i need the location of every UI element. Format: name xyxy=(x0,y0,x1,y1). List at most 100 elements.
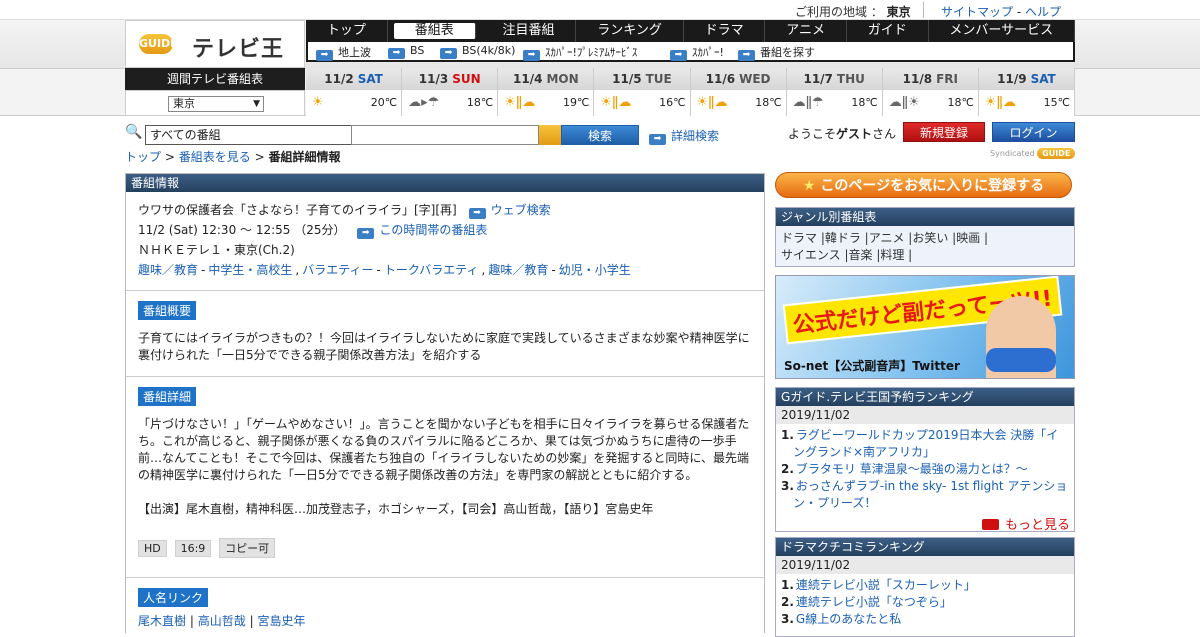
ranking-date: 2019/11/02 xyxy=(776,406,1074,424)
genre-link[interactable]: 趣味／教育 xyxy=(138,263,198,277)
site-logo[interactable]: GUIDE テレビ王国 xyxy=(125,20,305,94)
day-weekday: SAT xyxy=(1030,72,1056,86)
subnav-terrestrial[interactable]: ➡ 地上波 xyxy=(316,44,371,61)
day-column[interactable]: 11/3 SUN ☁▸☂ 18℃ xyxy=(402,68,499,116)
web-search-link[interactable]: ➡ ウェブ検索 xyxy=(468,203,551,219)
ranking-link[interactable]: ブラタモリ 草津温泉〜最強の湯力とは？〜 xyxy=(796,462,1028,476)
timeslot-schedule-link[interactable]: ➡ この時間帯の番組表 xyxy=(357,223,487,239)
day-column[interactable]: 11/6 WED ☀ǁ☁ 18℃ xyxy=(690,68,787,116)
ranking-link[interactable]: おっさんずラブ-in the sky- 1st flight アテンション・プリ… xyxy=(793,479,1067,510)
day-column[interactable]: 11/7 THU ☁ǁ☂ 18℃ xyxy=(786,68,883,116)
promo-banner[interactable]: 公式だけど副だってーツ!! So-net【公式副音声】Twitter xyxy=(775,275,1075,379)
drama-ranking-list: 1. 連続テレビ小説「スカーレット」 2. 連続テレビ小説「なつぞら」 3. G線上の… xyxy=(776,574,1074,628)
nav-tab-ranking[interactable]: ランキング xyxy=(576,20,684,42)
subnav-skyperfect-premium[interactable]: ➡ ｽｶﾊﾟｰ!ﾌﾟﾚﾐｱﾑｻｰﾋﾞｽ xyxy=(523,44,637,61)
ranking-link[interactable]: G線上のあなたと私 xyxy=(796,612,901,626)
genre-links-line[interactable]: ドラマ |韓ドラ |アニメ |お笑い |映画 | xyxy=(781,230,1069,247)
day-column[interactable]: 11/9 SAT ☀ǁ☁ 15℃ xyxy=(978,68,1075,116)
person-link[interactable]: 高山哲哉 xyxy=(198,614,246,628)
nav-tab-drama[interactable]: ドラマ xyxy=(684,20,766,42)
region-select[interactable]: 東京 ▼ xyxy=(168,96,264,112)
search-category-select[interactable]: すべての番組▼ xyxy=(145,125,373,145)
arrow-icon: ➡ xyxy=(738,50,755,61)
genre-link[interactable]: 中学生・高校生 xyxy=(208,263,292,277)
search-bar: 🔍 すべての番組▼ 検索 ➡ 詳細検索 xyxy=(125,124,765,146)
day-weather: ☁ǁ☂ 18℃ xyxy=(786,90,882,116)
day-header: 11/4 MON xyxy=(498,68,594,90)
day-column[interactable]: 11/4 MON ☀ǁ☁ 19℃ xyxy=(498,68,595,116)
day-date: 11/7 xyxy=(803,72,833,86)
ranking-link[interactable]: 連続テレビ小説「なつぞら」 xyxy=(796,595,952,609)
day-header: 11/9 SAT xyxy=(978,68,1074,90)
program-panel-title: 番組情報 xyxy=(126,174,764,192)
help-link[interactable]: ヘルプ xyxy=(1025,5,1061,19)
arrow-icon: ➡ xyxy=(468,208,486,219)
drama-ranking-title: ドラマクチコミランキング xyxy=(776,538,1074,556)
ranking-link[interactable]: ラグビーワールドカップ2019日本大会 決勝「イングランド×南アフリカ」 xyxy=(793,428,1058,459)
ranking-title: Gガイド.テレビ王国予約ランキング xyxy=(776,388,1074,406)
advanced-search-label: 詳細検索 xyxy=(671,129,720,143)
login-button[interactable]: ログイン xyxy=(992,122,1075,142)
subnav-skyperfect[interactable]: ➡ ｽｶﾊﾟｰ! xyxy=(670,44,724,61)
day-date: 11/2 xyxy=(324,72,354,86)
genre-link[interactable]: バラエティー xyxy=(302,263,373,277)
guest-name: ゲスト xyxy=(836,127,873,141)
subnav-bs[interactable]: ➡ BS xyxy=(388,44,424,59)
day-column[interactable]: 11/2 SAT ☀ 20℃ xyxy=(306,68,403,116)
breadcrumb-schedule[interactable]: 番組表を見る xyxy=(179,150,251,164)
day-column[interactable]: 11/5 TUE ☀ǁ☁ 16℃ xyxy=(594,68,691,116)
day-header: 11/8 FRI xyxy=(882,68,978,90)
program-title: ウワサの保護者会「さよなら！子育てのイライラ」[字][再] xyxy=(138,203,457,217)
register-button[interactable]: 新規登録 xyxy=(903,122,985,142)
program-title-row: ウワサの保護者会「さよなら！子育てのイライラ」[字][再] ➡ ウェブ検索 xyxy=(138,200,752,220)
person-link[interactable]: 尾木直樹 xyxy=(138,614,186,628)
nav-tab-featured[interactable]: 注目番組 xyxy=(482,20,577,42)
arrow-icon: ➡ xyxy=(670,50,687,61)
people-links-section: 人名リンク 尾木直樹 | 高山哲哉 | 宮島史年 xyxy=(126,578,764,630)
day-temperature: 18℃ xyxy=(947,96,974,109)
nav-tab-schedule[interactable]: 番組表 xyxy=(393,23,476,39)
day-header: 11/7 THU xyxy=(786,68,882,90)
sitemap-link[interactable]: サイトマップ xyxy=(941,5,1013,19)
day-weekday: SUN xyxy=(452,72,481,86)
genre-box-title: ジャンル別番組表 xyxy=(776,208,1074,226)
tag-aspect: 16:9 xyxy=(174,540,212,557)
syndicated-badge: Syndicated GUIDE xyxy=(990,148,1076,159)
nav-tab-member[interactable]: メンバーサービス xyxy=(929,20,1075,42)
program-summary: 子育てにはイライラがつきもの？！今回はイライラしないために家庭で実践しているさま… xyxy=(138,331,750,362)
subnav-find-program[interactable]: ➡ 番組を探す xyxy=(738,44,815,61)
syndicated-label: Syndicated xyxy=(990,149,1035,158)
day-column[interactable]: 11/8 FRI ☁ǁ☀ 18℃ xyxy=(882,68,979,116)
genre-link[interactable]: 趣味／教育 xyxy=(488,263,548,277)
banner-swimsuit-image xyxy=(986,348,1056,372)
ranking-more-link[interactable]: もっと見る xyxy=(776,514,1074,533)
welcome-suffix: さん xyxy=(872,127,897,141)
day-weekday: SAT xyxy=(357,72,383,86)
region-label: ご利用の地域 ： xyxy=(795,5,883,19)
program-tags: HD 16:9 コピー可 xyxy=(138,538,752,558)
person-link[interactable]: 宮島史年 xyxy=(257,614,305,628)
subnav-bs4k[interactable]: ➡ BS(4k/8k) xyxy=(440,44,515,59)
day-weather: ☁ǁ☀ 18℃ xyxy=(882,90,978,116)
search-button[interactable]: 検索 xyxy=(561,125,639,145)
ranking-link[interactable]: 連続テレビ小説「スカーレット」 xyxy=(796,578,976,592)
nav-tab-guide[interactable]: ガイド xyxy=(847,20,929,42)
genre-link[interactable]: 幼児・小学生 xyxy=(559,263,631,277)
day-weather: ☀ 20℃ xyxy=(306,90,402,116)
genre-link[interactable]: トークバラエティ xyxy=(384,263,479,277)
sub-nav: ➡ 地上波 ➡ BS ➡ BS(4k/8k) ➡ ｽｶﾊﾟｰ!ﾌﾟﾚﾐｱﾑｻｰﾋﾞｽ ➡… xyxy=(306,42,1075,62)
advanced-search-link[interactable]: ➡ 詳細検索 xyxy=(649,127,719,145)
star-icon: ★ xyxy=(802,178,816,194)
program-detail-section: 番組詳細 「片づけなさい！」「ゲームやめなさい！」。言うことを聞かない子どもを相… xyxy=(126,377,764,578)
genre-links-line[interactable]: サイエンス |音楽 |料理 | xyxy=(781,247,1069,264)
breadcrumb-top[interactable]: トップ xyxy=(125,150,161,164)
add-favorite-button[interactable]: ★ このページをお気に入りに登録する xyxy=(775,172,1072,198)
day-date: 11/9 xyxy=(997,72,1027,86)
nav-tab-top[interactable]: トップ xyxy=(306,20,388,42)
ranking-item: 3. G線上のあなたと私 xyxy=(781,611,1069,628)
rank-number: 3. xyxy=(781,612,794,626)
day-date: 11/8 xyxy=(902,72,933,86)
search-input[interactable] xyxy=(351,125,539,145)
day-date: 11/5 xyxy=(612,72,642,86)
nav-tab-anime[interactable]: アニメ xyxy=(765,20,847,42)
